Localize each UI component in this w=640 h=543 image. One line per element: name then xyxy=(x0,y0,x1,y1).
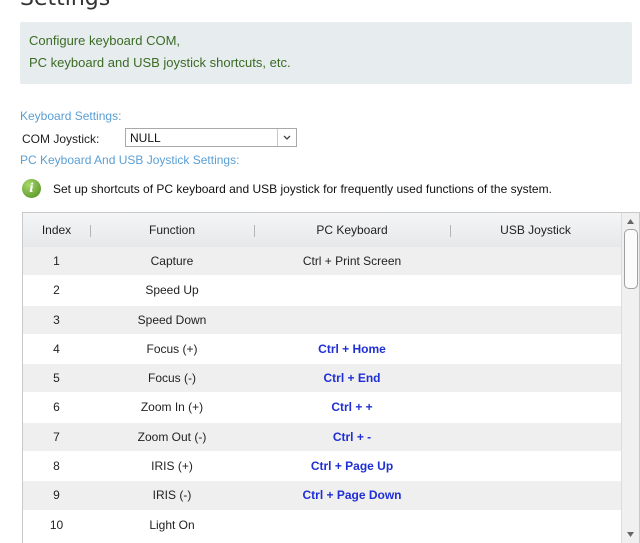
cell-function: IRIS (+) xyxy=(151,459,193,474)
cell-pc-keyboard[interactable]: Ctrl + - xyxy=(254,423,450,452)
arrow-down-icon xyxy=(627,532,634,537)
cell-usb-joystick[interactable] xyxy=(450,276,621,305)
com-joystick-label: COM Joystick: xyxy=(22,132,100,146)
cell-usb-joystick[interactable] xyxy=(450,335,621,364)
table-row[interactable]: 5 Focus (-) Ctrl + End xyxy=(23,364,621,394)
table-row[interactable]: 7 Zoom Out (-) Ctrl + - xyxy=(23,422,621,453)
scroll-down-button[interactable] xyxy=(622,528,639,542)
cell-index: 4 xyxy=(53,341,60,356)
cell-function: IRIS (-) xyxy=(152,488,192,503)
table-header: Index Function PC Keyboard USB Joystick xyxy=(23,213,621,248)
cell-pc-keyboard[interactable]: Ctrl + Page Up xyxy=(254,452,450,481)
arrow-up-icon xyxy=(627,219,634,224)
cell-index: 7 xyxy=(53,429,60,444)
scroll-up-button[interactable] xyxy=(622,215,639,229)
cell-index: 1 xyxy=(53,254,60,268)
vertical-scrollbar[interactable] xyxy=(621,213,639,543)
table-row[interactable]: 10 Light On xyxy=(23,510,621,540)
cell-usb-joystick[interactable] xyxy=(450,306,621,335)
keyboard-settings-title: Keyboard Settings: xyxy=(20,109,122,123)
column-header-usb-joystick[interactable]: USB Joystick xyxy=(450,213,621,247)
table-body: 1 Capture Ctrl + Print Screen 2 Speed Up 3 Spe… xyxy=(23,247,621,540)
column-header-index[interactable]: Index xyxy=(23,213,90,247)
cell-pc-keyboard[interactable] xyxy=(254,276,450,305)
cell-pc-keyboard[interactable] xyxy=(254,511,450,540)
cell-pc-keyboard[interactable]: Ctrl + Print Screen xyxy=(254,247,450,276)
cell-function: Zoom Out (-) xyxy=(137,429,207,444)
cell-usb-joystick[interactable] xyxy=(450,423,621,452)
table-row[interactable]: 2 Speed Up xyxy=(23,276,621,306)
com-joystick-select[interactable]: NULL xyxy=(125,128,297,147)
cell-function: Capture xyxy=(150,254,194,268)
cell-usb-joystick[interactable] xyxy=(450,364,621,393)
cell-pc-keyboard[interactable]: Ctrl + Home xyxy=(254,335,450,364)
cell-function: Focus (-) xyxy=(148,371,196,386)
com-joystick-value: NULL xyxy=(130,131,161,145)
cell-function: Speed Down xyxy=(137,312,207,327)
info-icon: i xyxy=(22,179,41,198)
table-row[interactable]: 3 Speed Down xyxy=(23,305,621,335)
cell-function: Zoom In (+) xyxy=(140,400,204,415)
cell-index: 3 xyxy=(53,312,60,327)
cell-index: 9 xyxy=(53,488,60,503)
cell-function: Speed Up xyxy=(145,283,199,298)
cell-usb-joystick[interactable] xyxy=(450,452,621,481)
pc-keyboard-settings-title: PC Keyboard And USB Joystick Settings: xyxy=(20,153,240,167)
dropdown-arrow-button[interactable] xyxy=(277,129,296,146)
column-header-pc-keyboard[interactable]: PC Keyboard xyxy=(254,213,450,247)
cell-index: 6 xyxy=(53,400,60,415)
description-box: Configure keyboard COM, PC keyboard and … xyxy=(20,22,632,84)
shortcut-table: Index Function PC Keyboard USB Joystick … xyxy=(22,212,640,543)
cell-pc-keyboard[interactable] xyxy=(254,306,450,335)
chevron-down-icon xyxy=(283,135,291,140)
cell-usb-joystick[interactable] xyxy=(450,247,621,276)
cell-usb-joystick[interactable] xyxy=(450,511,621,540)
cell-pc-keyboard[interactable]: Ctrl + + xyxy=(254,393,450,422)
cell-index: 2 xyxy=(53,283,60,298)
table-row[interactable]: 6 Zoom In (+) Ctrl + + xyxy=(23,393,621,423)
cell-index: 8 xyxy=(53,459,60,474)
cell-index: 10 xyxy=(49,517,64,532)
page-title-partial: Settings xyxy=(20,0,110,11)
table-row[interactable]: 4 Focus (+) Ctrl + Home xyxy=(23,334,621,365)
cell-function: Focus (+) xyxy=(146,341,198,356)
cell-pc-keyboard[interactable]: Ctrl + End xyxy=(254,364,450,393)
table-row[interactable]: 9 IRIS (-) Ctrl + Page Down xyxy=(23,481,621,511)
table-row[interactable]: 1 Capture Ctrl + Print Screen xyxy=(23,247,621,277)
hint-text: Set up shortcuts of PC keyboard and USB … xyxy=(53,182,552,196)
cell-index: 5 xyxy=(53,371,60,386)
cell-pc-keyboard[interactable]: Ctrl + Page Down xyxy=(254,481,450,510)
cell-usb-joystick[interactable] xyxy=(450,393,621,422)
cell-function: Light On xyxy=(149,517,195,532)
scrollbar-thumb[interactable] xyxy=(624,229,638,289)
column-header-function[interactable]: Function xyxy=(90,213,254,247)
description-line-2: PC keyboard and USB joystick shortcuts, … xyxy=(29,55,291,70)
cell-usb-joystick[interactable] xyxy=(450,481,621,510)
description-line-1: Configure keyboard COM, xyxy=(29,33,181,48)
table-row[interactable]: 8 IRIS (+) Ctrl + Page Up xyxy=(23,452,621,482)
